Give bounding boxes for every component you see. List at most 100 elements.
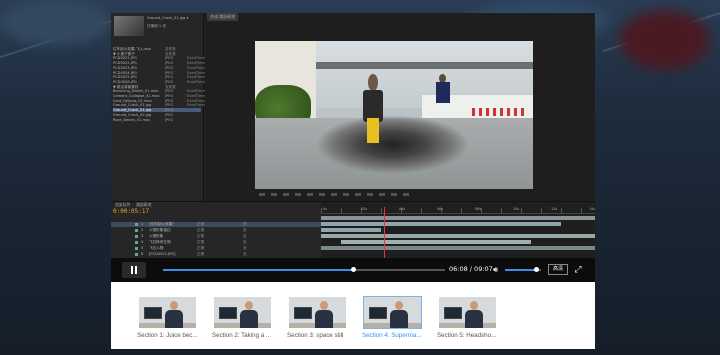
playlist-item[interactable]: Section 1: Juice bec...	[137, 296, 199, 346]
composition-tab: 合成 跳起砸地	[207, 13, 239, 21]
project-item[interactable]: Bouncing_Debris_01.mov JPEG EvedTime	[113, 89, 205, 94]
jumping-person	[361, 73, 386, 155]
layer-mode[interactable]: 正常	[197, 252, 204, 257]
playlist-thumbnail[interactable]	[214, 297, 271, 328]
layer-mode[interactable]: 正常	[197, 234, 204, 239]
playlist-thumbnail[interactable]	[139, 297, 196, 328]
project-item[interactable]: PCD0021.JPG JPEG EvedTime	[113, 56, 205, 60]
project-item-name: Dust_Fallings_01.mov	[113, 98, 152, 103]
project-item[interactable]: Cement_Collapse_01.mov JPEG EvedTime	[113, 94, 205, 98]
project-item[interactable]: PCD0026.JPG JPEG EvedTime	[113, 79, 205, 84]
project-item[interactable]: PCD0024.JPG JPEG EvedTime	[113, 71, 205, 75]
project-item-name: Ground_Crack_02.jpg	[113, 112, 152, 117]
playlist-thumbnail[interactable]	[363, 296, 422, 329]
layer-row[interactable]: 6 [PCD0021.JPG] 正常 无	[111, 252, 321, 257]
project-item-name: Cement_Collapse_01.mov	[113, 94, 160, 98]
video-frame: Ground_Crack_01.jpg ▾ 已使用 1 次 拉车起火效果-飞入.…	[111, 13, 595, 259]
project-item-extra: EvedTime	[187, 56, 205, 61]
ruler-label: 06s	[437, 207, 444, 211]
ruler-label: 02s	[361, 207, 368, 211]
playlist-item-label[interactable]: Section 5: Headsho...	[437, 332, 507, 339]
playlist-item-label[interactable]: Section 4: Superma...	[362, 332, 432, 339]
ruler-label: 04s	[399, 207, 406, 211]
layer-number: 6	[141, 252, 144, 256]
timeline-panel: 渲染队列 跳起砸地 0:00:05:17 1 [拉车起火效果] 正常无 2 人物形象描边…	[111, 201, 595, 259]
project-item-name: PCD0026.JPG	[113, 79, 137, 84]
project-item-type: JPEG	[165, 70, 174, 75]
layer-name: 飞石人物	[149, 246, 164, 250]
layer-parent[interactable]: 无	[243, 240, 247, 245]
project-item-type: JPEG	[165, 117, 174, 122]
layer-mode[interactable]: 正常	[197, 228, 204, 233]
track-bar	[321, 222, 561, 226]
layer-parent[interactable]: 无	[243, 222, 247, 227]
project-item[interactable]: Rock_Debris_01.mov JPEG	[113, 118, 173, 122]
track-bar	[321, 228, 381, 232]
playlist-item[interactable]: Section 4: Superma...	[362, 296, 424, 346]
playlist-item[interactable]: Section 3: space still	[287, 296, 349, 346]
project-item-type: JPEG	[165, 94, 174, 98]
project-item-name: Bouncing_Debris_01.mov	[113, 89, 159, 94]
timeline-tracks: 0s 02s 04s 06s 08s 10s 12s 14s	[321, 202, 595, 259]
layer-parent[interactable]: 无	[243, 234, 247, 239]
project-item-name: ▼ 跳出背景素材	[113, 84, 139, 89]
layer-parent[interactable]: 无	[243, 246, 247, 251]
project-item[interactable]: Ground_Crack_01.jpg JPEG	[113, 108, 201, 113]
project-item-type: JPEG	[165, 79, 174, 84]
playlist-item[interactable]: Section 2: Taking a ...	[212, 296, 274, 346]
quality-button[interactable]: 高清	[548, 264, 568, 275]
track-bar	[341, 240, 531, 244]
project-panel: Ground_Crack_01.jpg ▾ 已使用 1 次 拉车起火效果-飞入.…	[111, 13, 205, 201]
project-item-type: JPEG	[165, 112, 174, 117]
layer-color-swatch	[135, 229, 138, 232]
playlist-item-label[interactable]: Section 2: Taking a ...	[212, 332, 282, 339]
layer-color-swatch	[135, 235, 138, 238]
layer-mode[interactable]: 正常	[197, 246, 204, 251]
standing-person	[435, 73, 450, 121]
project-item[interactable]: Dust_Fallings_01.mov JPEG EvedTime	[113, 98, 205, 103]
layer-row[interactable]: 2 人物形象描边 正常 无	[111, 228, 321, 233]
project-item-type: JPEG	[165, 108, 174, 113]
project-item[interactable]: Ground_Crack_01.jpg JPEG EvedTime	[113, 103, 205, 108]
layer-mode[interactable]: 正常	[197, 222, 204, 227]
volume-slider[interactable]	[505, 267, 541, 272]
project-item-name: 拉车起火效果-飞入.aep	[113, 47, 151, 51]
layer-row[interactable]: 4 飞石碎块左侧 正常 无	[111, 240, 321, 245]
project-item[interactable]: PCD0022.JPG JPEG EvedTime	[113, 61, 205, 66]
project-item[interactable]: PCD0023.JPG JPEG EvedTime	[113, 66, 205, 70]
time-display: 06:08 / 09:07	[449, 265, 493, 273]
layer-parent[interactable]: 无	[243, 252, 247, 257]
project-item-name: Ground_Crack_01.jpg	[113, 108, 152, 113]
layer-color-swatch	[135, 223, 138, 226]
layer-parent[interactable]: 无	[243, 228, 247, 233]
project-item[interactable]: PCD0025.JPG JPEG EvedTime	[113, 75, 205, 79]
playlist-item[interactable]: Section 5: Headsho...	[437, 296, 499, 346]
progress-bar[interactable]	[163, 267, 445, 272]
layer-name: [PCD0021.JPG]	[149, 252, 176, 256]
project-item[interactable]: Ground_Crack_02.jpg JPEG	[113, 112, 173, 117]
layer-row[interactable]: 5 飞石人物 正常 无	[111, 246, 321, 251]
volume-handle[interactable]	[533, 267, 539, 272]
track-bar	[321, 216, 595, 220]
track-bar	[321, 246, 595, 250]
volume-fill	[505, 269, 536, 271]
project-item-name: PCD0022.JPG	[113, 61, 137, 66]
playlist-thumbnail[interactable]	[289, 297, 346, 328]
project-item-type: JPEG	[165, 56, 174, 61]
composition-panel: 合成 跳起砸地	[205, 13, 595, 201]
project-item-name: Ground_Crack_01.jpg	[113, 103, 152, 108]
project-item-type: JPEG	[165, 98, 174, 103]
layer-row[interactable]: 3 人物形象 正常 无	[111, 234, 321, 239]
progress-handle[interactable]	[350, 267, 356, 272]
layer-row[interactable]: 1 [拉车起火效果] 正常 无	[111, 222, 321, 227]
preview-thumbnail	[114, 16, 144, 36]
layer-mode[interactable]: 正常	[197, 240, 204, 245]
project-item-type: JPEG	[165, 89, 174, 94]
volume-icon[interactable]: 🔊︎	[493, 265, 498, 275]
playlist-thumbnail[interactable]	[439, 297, 496, 328]
playlist-item-label[interactable]: Section 1: Juice bec...	[137, 332, 207, 339]
playlist-item-label[interactable]: Section 3: space still	[287, 332, 357, 339]
fullscreen-icon[interactable]: ⤢	[573, 264, 583, 274]
playhead[interactable]	[384, 207, 385, 259]
pause-button[interactable]	[122, 262, 146, 278]
